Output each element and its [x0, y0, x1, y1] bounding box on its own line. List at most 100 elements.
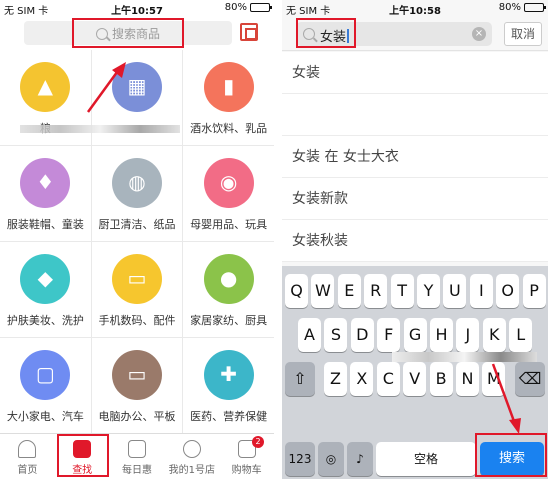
redaction-smear: [20, 125, 180, 133]
key-g[interactable]: G: [403, 318, 427, 352]
battery-percent: 80%: [224, 2, 247, 13]
pointer-arrow: [491, 363, 521, 434]
search-screen: 无 SIM 卡 上午10:58 80% 女装 × 取消 女装 女装 在 女士大衣女…: [282, 0, 548, 479]
category-icon: ▭: [111, 350, 162, 400]
divider: [274, 0, 282, 479]
suggestion-list: 女装女装 在 女士大衣 女装新款 女装秋装: [282, 52, 548, 262]
key-n[interactable]: N: [456, 362, 479, 396]
category-icon: ✚: [203, 350, 254, 400]
tab-label: 购物车: [231, 465, 262, 476]
key-u[interactable]: U: [443, 274, 467, 308]
category-icon: ▲: [20, 62, 71, 112]
category-label: 大小家电、汽车: [6, 410, 84, 423]
numbers-key[interactable]: 123: [285, 442, 315, 476]
category-tile[interactable]: ♦ 服装鞋帽、童装: [0, 146, 91, 241]
space-key[interactable]: 空格: [376, 442, 476, 476]
search-input[interactable]: 女装 ×: [296, 22, 492, 46]
category-icon: ▢: [20, 350, 71, 400]
suggestion-item[interactable]: 女装秋装: [282, 220, 548, 262]
scan-qr-icon[interactable]: [240, 23, 258, 41]
suggestion-item[interactable]: 女装 在 女士大衣: [282, 136, 548, 178]
category-label: 医药、营养保健: [190, 410, 268, 423]
home-category-screen: 无 SIM 卡 上午10:57 80% 搜索商品 ▲粮▦▮酒水饮料、乳品♦服装鞋…: [0, 0, 274, 479]
suggestion-item[interactable]: 女装新款: [282, 178, 548, 220]
category-icon: ◆: [20, 254, 71, 304]
category-tile[interactable]: ▭ 手机数码、配件: [91, 242, 183, 337]
mic-key[interactable]: ♪: [347, 442, 373, 476]
category-tile[interactable]: ▢ 大小家电、汽车: [0, 338, 91, 433]
search-header: 女装 × 取消: [282, 17, 548, 51]
calendar-icon: [127, 440, 146, 458]
key-e[interactable]: E: [337, 274, 361, 308]
key-q[interactable]: Q: [285, 274, 308, 308]
status-right: 80%: [498, 2, 546, 13]
key-t[interactable]: T: [390, 274, 414, 308]
suggestion-item[interactable]: 女装: [282, 52, 548, 94]
tab-label: 我的1号店: [168, 465, 215, 476]
category-tile[interactable]: ▭ 电脑办公、平板: [91, 338, 183, 433]
search-icon: [96, 27, 108, 40]
key-o[interactable]: O: [496, 274, 520, 308]
find-icon: [73, 440, 92, 458]
suggestion-item[interactable]: [282, 94, 548, 136]
key-h[interactable]: H: [430, 318, 453, 352]
category-tile[interactable]: ▮ 酒水饮料、乳品: [183, 50, 274, 145]
tab-find[interactable]: 查找: [55, 434, 110, 479]
category-label: 家居家纺、厨具: [190, 314, 268, 327]
status-bar: 无 SIM 卡 上午10:57 80%: [0, 0, 274, 17]
shift-key[interactable]: ⇧: [285, 362, 315, 396]
battery-percent: 80%: [498, 2, 521, 13]
status-right: 80%: [224, 2, 272, 13]
tab-home[interactable]: 首页: [0, 434, 55, 479]
search-value: 女装: [320, 26, 350, 45]
tab-cart[interactable]: 购物车 2: [219, 434, 274, 479]
user-icon: [182, 440, 201, 458]
battery-icon: [524, 3, 546, 12]
text-cursor: [347, 29, 350, 43]
key-w[interactable]: W: [311, 274, 335, 308]
key-b[interactable]: B: [429, 362, 453, 396]
key-z[interactable]: Z: [324, 362, 347, 396]
bottom-tab-bar: 首页 查找 每日惠 我的1号店 购物车 2: [0, 433, 274, 479]
search-input[interactable]: 搜索商品: [24, 21, 232, 45]
key-d[interactable]: D: [350, 318, 374, 352]
category-icon: ♦: [20, 158, 71, 208]
category-label: 酒水饮料、乳品: [190, 122, 268, 135]
category-tile[interactable]: ◆ 护肤美妆、洗护: [0, 242, 91, 337]
key-j[interactable]: J: [456, 318, 480, 352]
category-icon: ●: [203, 254, 254, 304]
tab-label: 每日惠: [121, 465, 152, 476]
key-a[interactable]: A: [298, 318, 321, 352]
key-v[interactable]: V: [403, 362, 427, 396]
category-icon: ◉: [203, 158, 254, 208]
key-y[interactable]: Y: [417, 274, 440, 308]
key-i[interactable]: I: [469, 274, 493, 308]
search-key[interactable]: 搜索: [480, 442, 544, 476]
cancel-button[interactable]: 取消: [504, 22, 542, 46]
category-label: 服装鞋帽、童装: [6, 218, 84, 231]
category-tile[interactable]: ✚ 医药、营养保健: [183, 338, 274, 433]
status-bar: 无 SIM 卡 上午10:58 80%: [282, 0, 548, 17]
key-f[interactable]: F: [377, 318, 401, 352]
key-k[interactable]: K: [482, 318, 506, 352]
home-icon: [18, 440, 37, 458]
key-c[interactable]: C: [376, 362, 400, 396]
category-label: 电脑办公、平板: [98, 410, 176, 423]
category-tile[interactable]: ◍ 厨卫清洁、纸品: [91, 146, 183, 241]
tab-user[interactable]: 我的1号店: [164, 434, 219, 479]
tab-calendar[interactable]: 每日惠: [110, 434, 165, 479]
category-tile[interactable]: ● 家居家纺、厨具: [183, 242, 274, 337]
search-placeholder: 搜索商品: [96, 25, 160, 42]
key-x[interactable]: X: [350, 362, 374, 396]
search-header: 搜索商品: [0, 17, 274, 49]
category-label: 厨卫清洁、纸品: [98, 218, 176, 231]
category-tile[interactable]: ◉ 母婴用品、玩具: [183, 146, 274, 241]
category-icon: ▮: [203, 62, 254, 112]
key-l[interactable]: L: [509, 318, 533, 352]
key-p[interactable]: P: [522, 274, 546, 308]
key-r[interactable]: R: [364, 274, 388, 308]
clear-icon[interactable]: ×: [472, 27, 486, 41]
globe-key[interactable]: ◎: [318, 442, 344, 476]
battery-icon: [250, 3, 272, 12]
key-s[interactable]: S: [324, 318, 348, 352]
